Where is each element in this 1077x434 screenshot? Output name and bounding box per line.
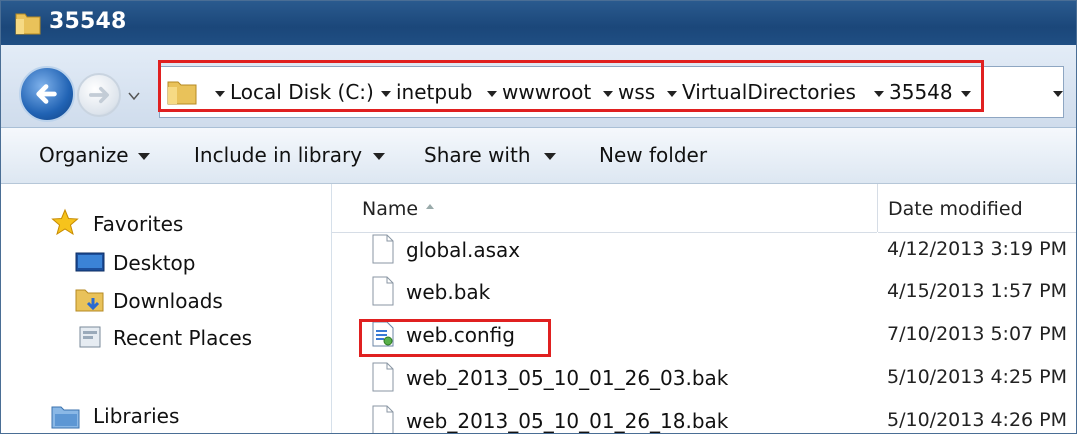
back-arrow-icon — [36, 84, 57, 104]
table-row[interactable]: web_2013_05_10_01_26_18.bak 5/10/2013 4:… — [332, 403, 1076, 433]
star-icon — [51, 208, 79, 236]
organize-chevron-down-icon[interactable] — [138, 153, 150, 160]
title-bar: 35548 — [1, 1, 1076, 45]
share-with-button[interactable]: Share with — [424, 143, 531, 167]
downloads-folder-icon — [75, 289, 104, 312]
file-name: web.bak — [406, 280, 491, 304]
column-header-name-label: Name — [362, 198, 419, 220]
file-name: web_2013_05_10_01_26_03.bak — [406, 366, 729, 390]
blank-file-icon — [372, 234, 394, 264]
recent-places-icon — [79, 326, 101, 348]
include-in-library-chevron-down-icon[interactable] — [373, 153, 385, 160]
web-config-highlight-box — [359, 319, 551, 357]
column-header-date-label: Date modified — [888, 198, 1023, 220]
address-dropdown-chevron-down-icon[interactable] — [1053, 91, 1063, 97]
nav-libraries[interactable]: Libraries — [93, 404, 179, 428]
table-row[interactable]: web.bak 4/15/2013 1:57 PM — [332, 274, 1076, 312]
file-date: 4/12/2013 3:19 PM — [887, 238, 1068, 260]
nav-recent-places[interactable]: Recent Places — [113, 326, 252, 350]
explorer-window: 35548 Local Disk (C:) inetpub wwwroot ws… — [0, 0, 1077, 434]
nav-favorites[interactable]: Favorites — [93, 212, 183, 236]
libraries-icon — [51, 406, 80, 429]
navigation-pane: Favorites Desktop Downloads Recent Place… — [1, 184, 332, 433]
organize-button[interactable]: Organize — [39, 143, 129, 167]
blank-file-icon — [372, 276, 394, 306]
new-folder-button[interactable]: New folder — [599, 143, 707, 167]
nav-desktop[interactable]: Desktop — [113, 251, 195, 275]
address-highlight-box — [158, 60, 984, 112]
file-name: global.asax — [406, 238, 521, 262]
include-in-library-button[interactable]: Include in library — [194, 143, 362, 167]
desktop-icon — [75, 252, 105, 272]
file-date: 4/15/2013 1:57 PM — [887, 280, 1068, 302]
command-toolbar: Organize Include in library Share with N… — [1, 128, 1076, 184]
navigation-bar: Local Disk (C:) inetpub wwwroot wss Virt… — [1, 45, 1076, 128]
column-header-date-modified[interactable]: Date modified — [878, 184, 1076, 233]
column-header-name[interactable]: Name — [332, 184, 877, 233]
recent-pages-chevron-down-icon[interactable] — [127, 89, 141, 103]
file-date: 5/10/2013 4:25 PM — [887, 366, 1068, 388]
sort-ascending-icon — [426, 204, 434, 209]
share-with-chevron-down-icon[interactable] — [544, 153, 556, 160]
table-row[interactable]: global.asax 4/12/2013 3:19 PM — [332, 232, 1076, 270]
table-row[interactable]: web_2013_05_10_01_26_03.bak 5/10/2013 4:… — [332, 360, 1076, 398]
blank-file-icon — [372, 362, 394, 392]
nav-downloads[interactable]: Downloads — [113, 289, 223, 313]
back-button[interactable] — [19, 66, 75, 122]
blank-file-icon — [372, 405, 394, 433]
window-title: 35548 — [49, 9, 127, 34]
file-date: 7/10/2013 5:07 PM — [887, 323, 1068, 345]
file-date: 5/10/2013 4:26 PM — [887, 409, 1068, 431]
file-name: web_2013_05_10_01_26_18.bak — [406, 409, 729, 433]
file-list: Name Date modified global.asax 4/12/2013… — [332, 184, 1076, 433]
folder-icon — [15, 13, 41, 35]
forward-arrow-icon — [89, 86, 109, 104]
forward-button[interactable] — [77, 73, 121, 117]
